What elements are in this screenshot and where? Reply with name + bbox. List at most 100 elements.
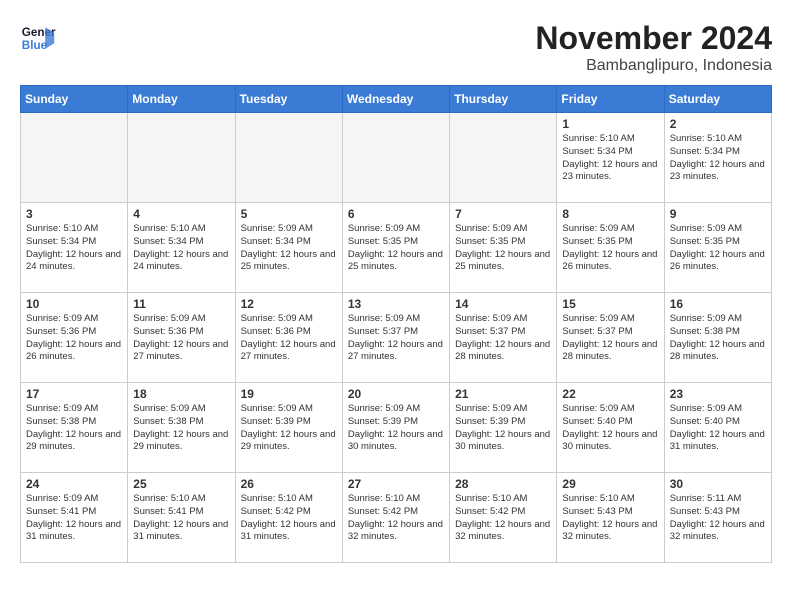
day-cell: 6 Sunrise: 5:09 AM Sunset: 5:35 PM Daylig… bbox=[342, 203, 449, 293]
day-info: Sunrise: 5:09 AM Sunset: 5:38 PM Dayligh… bbox=[26, 403, 122, 454]
week-row-4: 17 Sunrise: 5:09 AM Sunset: 5:38 PM Dayli… bbox=[21, 383, 772, 473]
day-cell: 16 Sunrise: 5:09 AM Sunset: 5:38 PM Dayli… bbox=[664, 293, 771, 383]
day-cell: 8 Sunrise: 5:09 AM Sunset: 5:35 PM Daylig… bbox=[557, 203, 664, 293]
day-info: Sunrise: 5:10 AM Sunset: 5:34 PM Dayligh… bbox=[26, 223, 122, 274]
day-cell: 13 Sunrise: 5:09 AM Sunset: 5:37 PM Dayli… bbox=[342, 293, 449, 383]
day-number: 21 bbox=[455, 387, 551, 401]
header-saturday: Saturday bbox=[664, 86, 771, 113]
day-cell bbox=[450, 113, 557, 203]
day-number: 23 bbox=[670, 387, 766, 401]
day-number: 26 bbox=[241, 477, 337, 491]
day-info: Sunrise: 5:10 AM Sunset: 5:42 PM Dayligh… bbox=[348, 493, 444, 544]
day-cell: 7 Sunrise: 5:09 AM Sunset: 5:35 PM Daylig… bbox=[450, 203, 557, 293]
day-info: Sunrise: 5:09 AM Sunset: 5:37 PM Dayligh… bbox=[455, 313, 551, 364]
header-friday: Friday bbox=[557, 86, 664, 113]
svg-text:Blue: Blue bbox=[22, 39, 48, 52]
day-cell: 25Sunrise: 5:10 AM Sunset: 5:41 PM Dayli… bbox=[128, 473, 235, 563]
day-cell: 14 Sunrise: 5:09 AM Sunset: 5:37 PM Dayli… bbox=[450, 293, 557, 383]
day-cell bbox=[128, 113, 235, 203]
day-cell bbox=[235, 113, 342, 203]
day-number: 16 bbox=[670, 297, 766, 311]
day-info: Sunrise: 5:10 AM Sunset: 5:42 PM Dayligh… bbox=[241, 493, 337, 544]
day-info: Sunrise: 5:10 AM Sunset: 5:43 PM Dayligh… bbox=[562, 493, 658, 544]
day-info: Sunrise: 5:09 AM Sunset: 5:34 PM Dayligh… bbox=[241, 223, 337, 274]
day-number: 13 bbox=[348, 297, 444, 311]
day-info: Sunrise: 5:09 AM Sunset: 5:35 PM Dayligh… bbox=[670, 223, 766, 274]
day-cell: 15Sunrise: 5:09 AM Sunset: 5:37 PM Dayli… bbox=[557, 293, 664, 383]
day-cell: 12Sunrise: 5:09 AM Sunset: 5:36 PM Dayli… bbox=[235, 293, 342, 383]
day-number: 11 bbox=[133, 297, 229, 311]
day-number: 28 bbox=[455, 477, 551, 491]
day-cell: 10 Sunrise: 5:09 AM Sunset: 5:36 PM Dayli… bbox=[21, 293, 128, 383]
day-number: 1 bbox=[562, 117, 658, 131]
day-info: Sunrise: 5:09 AM Sunset: 5:37 PM Dayligh… bbox=[562, 313, 658, 364]
day-info: Sunrise: 5:10 AM Sunset: 5:41 PM Dayligh… bbox=[133, 493, 229, 544]
day-info: Sunrise: 5:09 AM Sunset: 5:35 PM Dayligh… bbox=[455, 223, 551, 274]
day-info: Sunrise: 5:09 AM Sunset: 5:35 PM Dayligh… bbox=[562, 223, 658, 274]
day-cell: 9 Sunrise: 5:09 AM Sunset: 5:35 PM Daylig… bbox=[664, 203, 771, 293]
day-info: Sunrise: 5:09 AM Sunset: 5:39 PM Dayligh… bbox=[455, 403, 551, 454]
day-cell: 19 Sunrise: 5:09 AM Sunset: 5:39 PM Dayli… bbox=[235, 383, 342, 473]
day-number: 29 bbox=[562, 477, 658, 491]
day-number: 6 bbox=[348, 207, 444, 221]
day-info: Sunrise: 5:09 AM Sunset: 5:35 PM Dayligh… bbox=[348, 223, 444, 274]
header-thursday: Thursday bbox=[450, 86, 557, 113]
day-number: 2 bbox=[670, 117, 766, 131]
day-number: 7 bbox=[455, 207, 551, 221]
header-wednesday: Wednesday bbox=[342, 86, 449, 113]
day-cell: 3Sunrise: 5:10 AM Sunset: 5:34 PM Daylig… bbox=[21, 203, 128, 293]
day-cell: 1Sunrise: 5:10 AM Sunset: 5:34 PM Daylig… bbox=[557, 113, 664, 203]
day-cell: 18 Sunrise: 5:09 AM Sunset: 5:38 PM Dayli… bbox=[128, 383, 235, 473]
day-number: 8 bbox=[562, 207, 658, 221]
day-info: Sunrise: 5:09 AM Sunset: 5:39 PM Dayligh… bbox=[348, 403, 444, 454]
day-cell: 17 Sunrise: 5:09 AM Sunset: 5:38 PM Dayli… bbox=[21, 383, 128, 473]
day-info: Sunrise: 5:09 AM Sunset: 5:37 PM Dayligh… bbox=[348, 313, 444, 364]
day-cell: 30 Sunrise: 5:11 AM Sunset: 5:43 PM Dayli… bbox=[664, 473, 771, 563]
day-cell: 28Sunrise: 5:10 AM Sunset: 5:42 PM Dayli… bbox=[450, 473, 557, 563]
day-info: Sunrise: 5:11 AM Sunset: 5:43 PM Dayligh… bbox=[670, 493, 766, 544]
day-number: 18 bbox=[133, 387, 229, 401]
day-number: 17 bbox=[26, 387, 122, 401]
day-cell: 26 Sunrise: 5:10 AM Sunset: 5:42 PM Dayli… bbox=[235, 473, 342, 563]
week-row-3: 10 Sunrise: 5:09 AM Sunset: 5:36 PM Dayli… bbox=[21, 293, 772, 383]
location-subtitle: Bambanglipuro, Indonesia bbox=[535, 57, 772, 75]
day-info: Sunrise: 5:09 AM Sunset: 5:38 PM Dayligh… bbox=[133, 403, 229, 454]
calendar-table: SundayMondayTuesdayWednesdayThursdayFrid… bbox=[20, 85, 772, 563]
day-info: Sunrise: 5:09 AM Sunset: 5:38 PM Dayligh… bbox=[670, 313, 766, 364]
day-cell bbox=[21, 113, 128, 203]
day-cell: 24 Sunrise: 5:09 AM Sunset: 5:41 PM Dayli… bbox=[21, 473, 128, 563]
calendar-header-row: SundayMondayTuesdayWednesdayThursdayFrid… bbox=[21, 86, 772, 113]
day-info: Sunrise: 5:09 AM Sunset: 5:41 PM Dayligh… bbox=[26, 493, 122, 544]
day-number: 30 bbox=[670, 477, 766, 491]
header-tuesday: Tuesday bbox=[235, 86, 342, 113]
day-info: Sunrise: 5:09 AM Sunset: 5:36 PM Dayligh… bbox=[241, 313, 337, 364]
day-info: Sunrise: 5:09 AM Sunset: 5:40 PM Dayligh… bbox=[670, 403, 766, 454]
day-cell: 20 Sunrise: 5:09 AM Sunset: 5:39 PM Dayli… bbox=[342, 383, 449, 473]
day-cell: 11 Sunrise: 5:09 AM Sunset: 5:36 PM Dayli… bbox=[128, 293, 235, 383]
title-block: November 2024 Bambanglipuro, Indonesia bbox=[535, 20, 772, 75]
page-header: General Blue November 2024 Bambanglipuro… bbox=[20, 20, 772, 75]
logo: General Blue bbox=[20, 20, 56, 56]
day-number: 5 bbox=[241, 207, 337, 221]
day-cell: 27 Sunrise: 5:10 AM Sunset: 5:42 PM Dayli… bbox=[342, 473, 449, 563]
day-cell: 2Sunrise: 5:10 AM Sunset: 5:34 PM Daylig… bbox=[664, 113, 771, 203]
header-monday: Monday bbox=[128, 86, 235, 113]
day-info: Sunrise: 5:09 AM Sunset: 5:40 PM Dayligh… bbox=[562, 403, 658, 454]
logo-icon: General Blue bbox=[20, 20, 56, 56]
month-title: November 2024 bbox=[535, 20, 772, 57]
week-row-2: 3Sunrise: 5:10 AM Sunset: 5:34 PM Daylig… bbox=[21, 203, 772, 293]
day-number: 10 bbox=[26, 297, 122, 311]
week-row-1: 1Sunrise: 5:10 AM Sunset: 5:34 PM Daylig… bbox=[21, 113, 772, 203]
day-info: Sunrise: 5:09 AM Sunset: 5:36 PM Dayligh… bbox=[133, 313, 229, 364]
day-number: 20 bbox=[348, 387, 444, 401]
day-info: Sunrise: 5:09 AM Sunset: 5:39 PM Dayligh… bbox=[241, 403, 337, 454]
day-number: 27 bbox=[348, 477, 444, 491]
day-info: Sunrise: 5:10 AM Sunset: 5:34 PM Dayligh… bbox=[133, 223, 229, 274]
day-number: 14 bbox=[455, 297, 551, 311]
calendar-body: 1 Sunrise: 5:10 AM Sunset: 5:34 PM Daylig… bbox=[21, 113, 772, 563]
day-number: 24 bbox=[26, 477, 122, 491]
day-number: 19 bbox=[241, 387, 337, 401]
day-info: Sunrise: 5:09 AM Sunset: 5:36 PM Dayligh… bbox=[26, 313, 122, 364]
day-number: 9 bbox=[670, 207, 766, 221]
day-cell: 29 Sunrise: 5:10 AM Sunset: 5:43 PM Dayli… bbox=[557, 473, 664, 563]
